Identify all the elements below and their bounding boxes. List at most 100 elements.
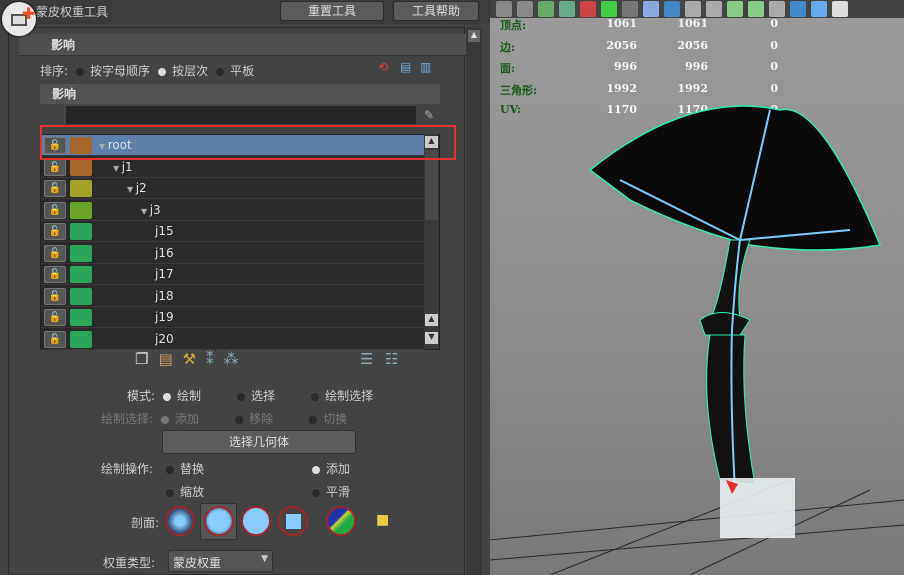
joint-row-j19[interactable]: 🔓 j19 <box>41 307 425 328</box>
scroll-up-icon[interactable]: ▲ <box>468 30 480 42</box>
joint-color-swatch[interactable] <box>70 330 92 348</box>
joint-name: j19 <box>155 310 174 324</box>
joint-row-j15[interactable]: 🔓 j15 <box>41 221 425 242</box>
joint-row-j16[interactable]: 🔓 j16 <box>41 242 425 264</box>
profile-square-icon[interactable] <box>278 506 308 536</box>
paint-select-label: 绘制选择: <box>101 412 154 426</box>
joint-color-swatch[interactable] <box>70 223 92 240</box>
joint-row-j3[interactable]: 🔓 ▼ j3 <box>41 199 425 221</box>
mode-select-radio[interactable] <box>237 392 246 401</box>
sort-flat-radio[interactable] <box>216 67 225 76</box>
joint-row-j20[interactable]: 🔓 j20 <box>41 328 425 350</box>
section-header-influence[interactable]: 影响 <box>19 34 466 56</box>
add-window-icon[interactable]: ✚ <box>2 2 36 36</box>
paint-select-toggle-radio[interactable] <box>309 415 318 424</box>
select-geometry-button[interactable]: 选择几何体 <box>162 430 356 454</box>
paint-operation-label: 绘制操作: <box>101 462 154 476</box>
lock-icon[interactable]: 🔓 <box>44 180 66 197</box>
op-scale-option[interactable]: 缩放 <box>166 483 204 500</box>
influence-tools-bar: ❐▤⚒⁑⁂ <box>135 350 249 368</box>
list-scroll-thumb[interactable] <box>425 150 438 220</box>
mode-row: 模式: 绘制 选择 绘制选择 <box>127 387 373 404</box>
joint-list: 🔓 ▼ root 🔓 ▼ j1 🔓 ▼ j2 🔓 ▼ j3 🔓 j15 🔓 j16 🔓 j17 🔓 j18 🔓 j… <box>40 134 440 350</box>
title-bar: 蒙皮权重工具 重置工具 工具帮助 <box>0 0 490 24</box>
collapse-icon[interactable]: ☰ <box>360 350 373 368</box>
profile-soft-icon[interactable] <box>204 506 234 536</box>
profile-gaussian-icon[interactable] <box>165 506 195 536</box>
profile-solid-icon[interactable] <box>241 506 271 536</box>
lock-icon[interactable]: 🔓 <box>44 244 66 262</box>
joint-color-swatch[interactable] <box>70 287 92 305</box>
ground-grid <box>490 479 904 575</box>
joint-color-swatch[interactable] <box>70 244 92 262</box>
joint-row-j18[interactable]: 🔓 j18 <box>41 285 425 307</box>
op-add-option[interactable]: 添加 <box>312 460 350 477</box>
sort-row: 排序: 按字母顺序 按层次 平板 <box>40 62 254 79</box>
lock-icon[interactable]: 🔓 <box>44 330 66 348</box>
lock-icon[interactable]: 🔓 <box>44 158 66 176</box>
sort-label: 排序: <box>40 64 69 78</box>
joint-color-swatch[interactable] <box>70 309 92 326</box>
list-scroll-down-icon[interactable]: ▼ <box>425 332 438 344</box>
joint-name: ▼ j3 <box>141 202 161 217</box>
joint-name: j17 <box>155 267 174 281</box>
joint-color-swatch[interactable] <box>70 158 92 176</box>
weight-type-dropdown[interactable]: 蒙皮权重 ▼ <box>168 550 273 572</box>
mushroom-model <box>490 105 904 575</box>
reset-tool-button[interactable]: 重置工具 <box>280 1 384 21</box>
mode-paint-radio[interactable] <box>163 392 172 401</box>
sort-hierarchy-radio[interactable] <box>158 67 167 76</box>
paint-select-remove-label: 移除 <box>249 412 274 426</box>
sort-alpha-label: 按字母顺序 <box>90 64 151 78</box>
profile-image-icon[interactable] <box>326 506 356 536</box>
joint-name: j18 <box>155 288 174 303</box>
sort-alpha-radio[interactable] <box>76 67 85 76</box>
unhold-weights-icon[interactable]: ▥ <box>420 60 431 74</box>
list-scroll-up2-icon[interactable]: ▲ <box>425 314 438 326</box>
pin-icon[interactable]: ✎ <box>424 108 434 122</box>
joint-color-swatch[interactable] <box>70 201 92 219</box>
joint-color-swatch[interactable] <box>70 180 92 197</box>
refresh-icon[interactable]: ⟲ <box>378 60 388 74</box>
joint-name: ▼ j2 <box>127 181 147 195</box>
window-title: 蒙皮权重工具 <box>36 5 109 19</box>
copy-weights-icon[interactable]: ❐ <box>135 350 158 368</box>
lock-icon[interactable]: 🔓 <box>44 287 66 305</box>
op-smooth-option[interactable]: 平滑 <box>312 483 350 500</box>
profile-label: 剖面: <box>131 516 160 530</box>
joint-name: j20 <box>155 331 174 346</box>
show-influences-icon[interactable]: ⁂ <box>224 350 249 368</box>
paint-select-row: 绘制选择: 添加 移除 切换 <box>101 410 347 427</box>
folder-icon[interactable]: ■ <box>376 512 389 528</box>
lock-icon[interactable]: 🔓 <box>44 266 66 283</box>
weight-hammer-icon[interactable]: ⚒ <box>183 350 206 368</box>
move-weights-icon[interactable]: ⁑ <box>206 350 224 368</box>
lock-icon[interactable]: 🔓 <box>44 309 66 326</box>
expand-icon[interactable]: ☷ <box>385 350 398 368</box>
paint-select-add-radio[interactable] <box>161 415 170 424</box>
mode-label: 模式: <box>127 389 156 403</box>
hold-weights-icon[interactable]: ▤ <box>400 60 411 74</box>
mode-paint-label: 绘制 <box>177 389 202 403</box>
joint-row-j2[interactable]: 🔓 ▼ j2 <box>41 178 425 199</box>
op-replace-option[interactable]: 替换 <box>166 460 204 477</box>
influence-filter-input[interactable] <box>66 106 416 124</box>
tool-help-button[interactable]: 工具帮助 <box>393 1 479 21</box>
paint-select-add-label: 添加 <box>175 412 200 426</box>
mode-paint-select-radio[interactable] <box>311 392 320 401</box>
joint-color-swatch[interactable] <box>70 266 92 283</box>
3d-viewport[interactable]: 顶点: 1061 1061 0 边: 2056 2056 0 面: 996 996 0 三角形: 1992… <box>490 0 904 575</box>
sort-hierarchy-label: 按层次 <box>172 64 209 78</box>
joint-list-scrollbar[interactable]: ▲ ▲ ▼ <box>424 134 439 349</box>
paint-select-remove-radio[interactable] <box>235 415 244 424</box>
joint-name: j15 <box>155 224 174 238</box>
skin-weights-tool-panel: 蒙皮权重工具 重置工具 工具帮助 ✚ 影响 ▲ 排序: 按字母顺序 按层次 平板 ⟲ … <box>0 0 490 575</box>
lock-icon[interactable]: 🔓 <box>44 223 66 240</box>
joint-row-j17[interactable]: 🔓 j17 <box>41 264 425 285</box>
sort-flat-label: 平板 <box>230 64 255 78</box>
joint-name: j16 <box>155 245 174 260</box>
paste-weights-icon[interactable]: ▤ <box>158 350 182 368</box>
lock-icon[interactable]: 🔓 <box>44 201 66 219</box>
weight-type-value: 蒙皮权重 <box>173 556 222 570</box>
panel-scrollbar[interactable]: ▲ <box>466 27 482 575</box>
